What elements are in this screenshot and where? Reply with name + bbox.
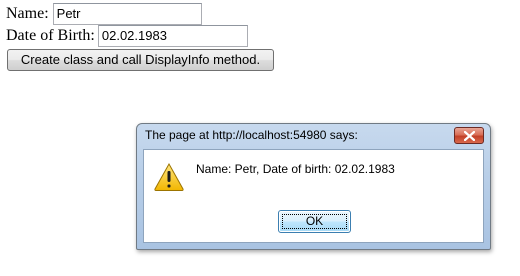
close-button[interactable] [454, 127, 484, 144]
dob-row: Date of Birth: 02.02.1983 [6, 25, 248, 47]
alert-dialog: The page at http://localhost:54980 says: [136, 123, 491, 250]
dialog-message: Name: Petr, Date of birth: 02.02.1983 [196, 162, 395, 176]
page: Name: Petr Date of Birth: 02.02.1983 Cre… [0, 0, 520, 276]
dialog-titlebar[interactable]: The page at http://localhost:54980 says: [137, 124, 490, 148]
create-class-button[interactable]: Create class and call DisplayInfo method… [7, 49, 274, 71]
name-input[interactable]: Petr [52, 3, 202, 25]
dob-input[interactable]: 02.02.1983 [97, 25, 248, 47]
close-icon [464, 131, 475, 141]
ok-button[interactable]: OK [278, 210, 351, 233]
dialog-title: The page at http://localhost:54980 says: [145, 128, 358, 142]
warning-icon [154, 162, 184, 191]
name-row: Name: Petr [6, 3, 202, 25]
name-label: Name: [6, 5, 49, 22]
dob-label: Date of Birth: [6, 27, 95, 44]
dialog-body: Name: Petr, Date of birth: 02.02.1983 OK [143, 149, 484, 243]
focus-rect [282, 214, 347, 229]
